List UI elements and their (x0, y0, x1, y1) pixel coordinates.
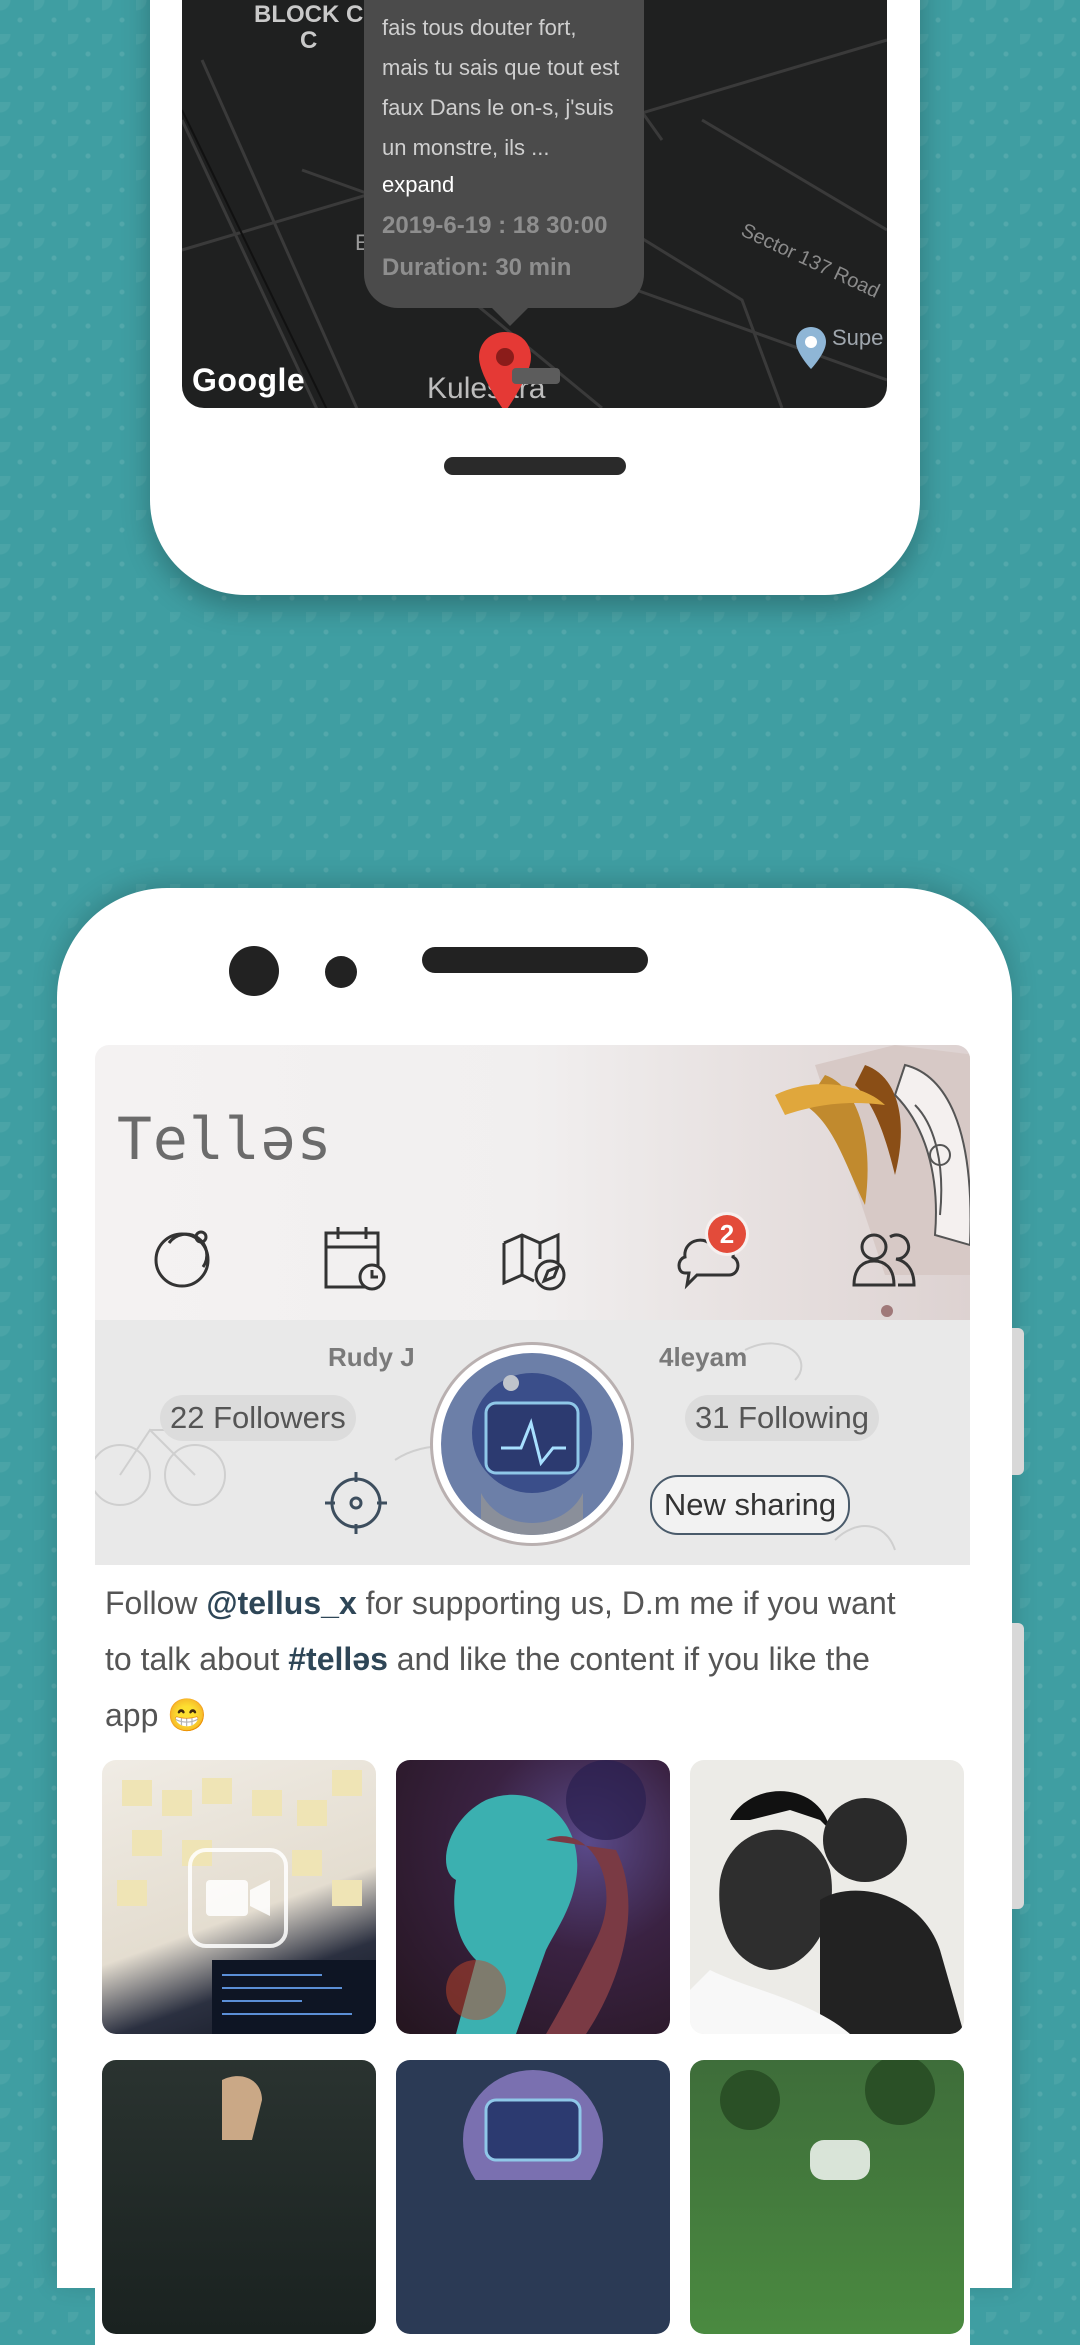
popup-description: fais tous douter fort, mais tu sais que … (382, 15, 620, 160)
media-tile[interactable] (690, 1760, 964, 2034)
camera-lens (229, 946, 279, 996)
chat-badge: 2 (708, 1215, 746, 1253)
media-tile[interactable] (396, 1760, 670, 2034)
app-title: Telləs (117, 1105, 333, 1173)
bio-text: Follow (105, 1585, 207, 1621)
profile-bio: Follow @tellus_x for supporting us, D.m … (105, 1575, 925, 1743)
map-label-super: Supe (832, 325, 884, 350)
expand-link[interactable]: expand (382, 172, 626, 198)
side-button (1012, 1623, 1024, 1909)
bio-mention[interactable]: @tellus_x (206, 1585, 356, 1621)
event-info-popup: fais tous douter fort, mais tu sais que … (364, 0, 644, 326)
place-marker-icon[interactable] (794, 325, 828, 376)
side-button (1012, 1328, 1024, 1475)
video-icon (188, 1848, 288, 1948)
phone-frame-bottom: Telləs 2 Rudy J 4leyam 22 Followers 31 F… (57, 888, 1024, 2345)
map-label-block: BLOCK C C (254, 1, 364, 54)
media-tile[interactable] (690, 2060, 964, 2334)
phone-frame-top: BLOCK C C E Sector 137 Road Supe Kulesar… (150, 0, 920, 595)
map-handle[interactable] (512, 368, 560, 384)
media-tile[interactable] (102, 2060, 376, 2334)
map-view[interactable]: BLOCK C C E Sector 137 Road Supe Kulesar… (182, 0, 887, 408)
speaker-grill (422, 947, 648, 973)
people-icon[interactable] (850, 1223, 920, 1293)
home-indicator (444, 457, 626, 475)
bio-hashtag[interactable]: #telləs (288, 1641, 388, 1677)
following-count[interactable]: 31 Following (685, 1395, 880, 1441)
app-screen: Telləs 2 Rudy J 4leyam 22 Followers 31 F… (95, 1045, 970, 2345)
map-compass-icon[interactable] (500, 1223, 570, 1293)
media-tile[interactable] (396, 2060, 670, 2334)
active-tab-indicator (881, 1305, 893, 1317)
right-username: 4leyam (659, 1342, 748, 1372)
planet-icon[interactable] (147, 1223, 217, 1293)
followers-count[interactable]: 22 Followers (160, 1395, 356, 1441)
app-header: Telləs 2 (95, 1045, 970, 1320)
new-sharing-button[interactable]: New sharing (650, 1475, 850, 1535)
media-tile[interactable] (102, 1760, 376, 2034)
left-username: Rudy J (328, 1342, 415, 1372)
profile-section: Rudy J 4leyam 22 Followers 31 Following (95, 1320, 970, 1565)
popup-date: 2019-6-19 : 18 30:00 (382, 212, 608, 239)
popup-duration: Duration: 30 min (382, 254, 572, 281)
google-logo: Google (192, 362, 306, 398)
profile-avatar[interactable] (433, 1345, 631, 1543)
locate-target-icon[interactable] (321, 1468, 391, 1543)
calendar-clock-icon[interactable] (320, 1223, 390, 1293)
sensor (325, 956, 357, 988)
